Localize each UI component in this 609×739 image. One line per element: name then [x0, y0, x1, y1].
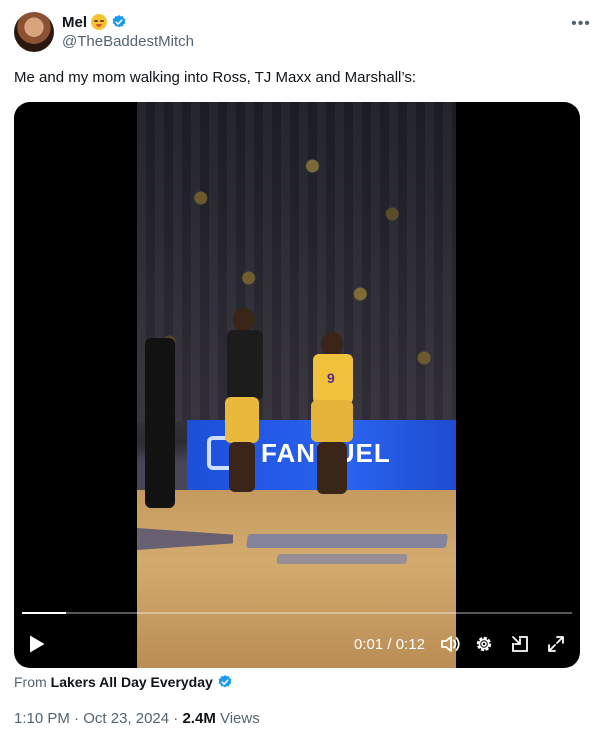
- tweet-meta: 1:10 PM · Oct 23, 2024 · 2.4M Views: [14, 710, 260, 727]
- court-logo-band-2: [276, 554, 408, 564]
- player-1-head: [233, 308, 255, 332]
- video-progress-fill: [22, 612, 66, 614]
- player-2-shorts: [311, 400, 353, 442]
- gear-icon[interactable]: [474, 634, 494, 654]
- video-progress-bar[interactable]: [22, 612, 572, 614]
- court-decal: [137, 528, 233, 550]
- time-separator: /: [383, 636, 396, 653]
- verified-badge-icon: [112, 15, 126, 28]
- duration: 0:12: [395, 636, 425, 653]
- player-2-legs: [317, 442, 347, 494]
- more-icon[interactable]: •••: [571, 14, 591, 34]
- emoji-icon: [91, 14, 108, 30]
- verified-badge-icon: [218, 675, 232, 688]
- current-time: 0:01: [354, 636, 384, 653]
- source-account-link[interactable]: Lakers All Day Everyday: [51, 674, 213, 690]
- video-player[interactable]: FANDUEL 9 0:01 / 0:12: [14, 102, 580, 668]
- video-source: From Lakers All Day Everyday: [14, 674, 233, 690]
- volume-icon[interactable]: [440, 634, 462, 654]
- video-time: 0:01 / 0:12: [354, 636, 425, 653]
- tweet-card: Mel @TheBaddestMitch ••• Me and my mom w…: [0, 0, 609, 739]
- fullscreen-icon[interactable]: [546, 634, 566, 654]
- avatar[interactable]: [14, 12, 54, 52]
- meta-dot: ·: [169, 710, 183, 727]
- referee-figure: [145, 338, 175, 508]
- views-count: 2.4M: [182, 710, 216, 727]
- meta-dot: ·: [69, 710, 84, 727]
- author-handle[interactable]: @TheBaddestMitch: [62, 33, 194, 50]
- crowd-scene: [137, 102, 456, 422]
- post-date[interactable]: Oct 23, 2024: [83, 710, 169, 727]
- play-icon[interactable]: [28, 634, 46, 654]
- player-1-legs: [229, 442, 255, 492]
- tweet-text: Me and my mom walking into Ross, TJ Maxx…: [14, 69, 417, 86]
- author-display-name[interactable]: Mel: [62, 14, 87, 31]
- court-logo-band: [246, 534, 448, 548]
- jersey-number: 9: [327, 370, 335, 386]
- player-1-shorts: [225, 397, 259, 443]
- player-2-head: [321, 332, 343, 356]
- source-prefix: From: [14, 674, 47, 690]
- video-frame: FANDUEL 9: [137, 102, 456, 668]
- views-label: Views: [215, 710, 260, 727]
- author-name-row: Mel: [62, 12, 127, 32]
- post-time[interactable]: 1:10 PM: [14, 710, 70, 727]
- pip-icon[interactable]: [510, 634, 530, 654]
- player-1-body: [227, 330, 263, 400]
